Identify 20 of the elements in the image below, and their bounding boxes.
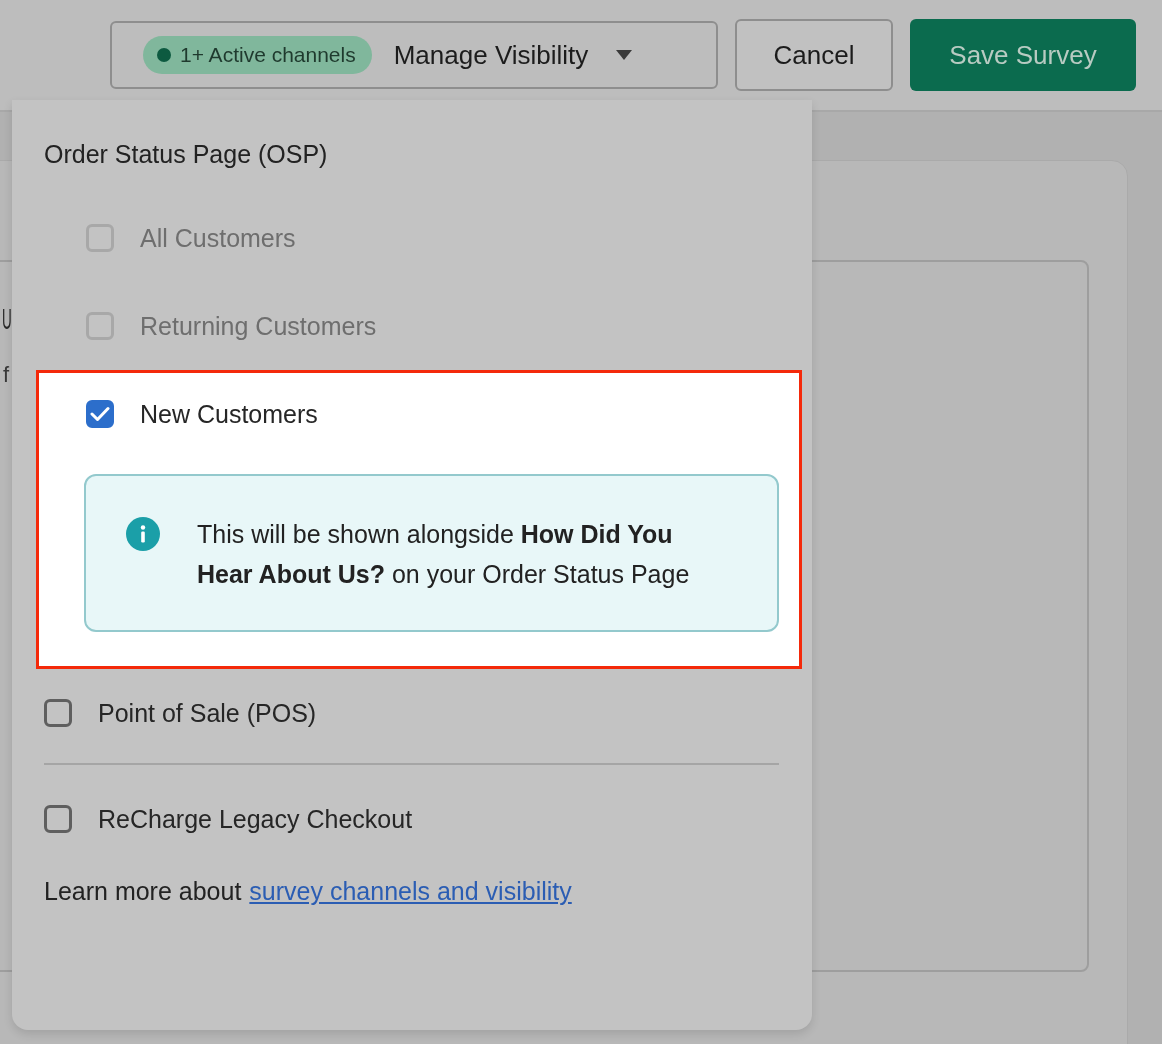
info-icon	[126, 517, 160, 551]
checkbox-label[interactable]: ReCharge Legacy Checkout	[98, 804, 413, 834]
cancel-button[interactable]: Cancel	[735, 19, 893, 91]
checkbox[interactable]	[86, 400, 114, 428]
caret-icon	[616, 50, 633, 60]
visibility-dropdown[interactable]: 1+ Active channels Manage Visibility	[110, 21, 718, 89]
section-title: Order Status Page (OSP)	[44, 139, 329, 170]
checkmark-icon	[90, 406, 110, 422]
dropdown-label[interactable]: Manage Visibility	[393, 39, 589, 71]
checkbox[interactable]	[44, 805, 72, 833]
checkbox[interactable]	[44, 699, 72, 727]
checkbox-label[interactable]: New Customers	[140, 399, 318, 429]
heading-text: U	[2, 302, 12, 336]
info-text: This will be shown alongside How Did You Hear About Us? on your Order Status Page	[197, 519, 691, 590]
description-text: f	[3, 362, 11, 388]
save-button[interactable]: Save Survey	[910, 19, 1136, 91]
checkbox-label[interactable]: Point of Sale (POS)	[98, 698, 317, 728]
status-badge: 1+ Active channels	[143, 36, 372, 74]
help-text: Learn more about	[44, 876, 242, 907]
help-link[interactable]: survey channels and visibility	[249, 871, 572, 911]
